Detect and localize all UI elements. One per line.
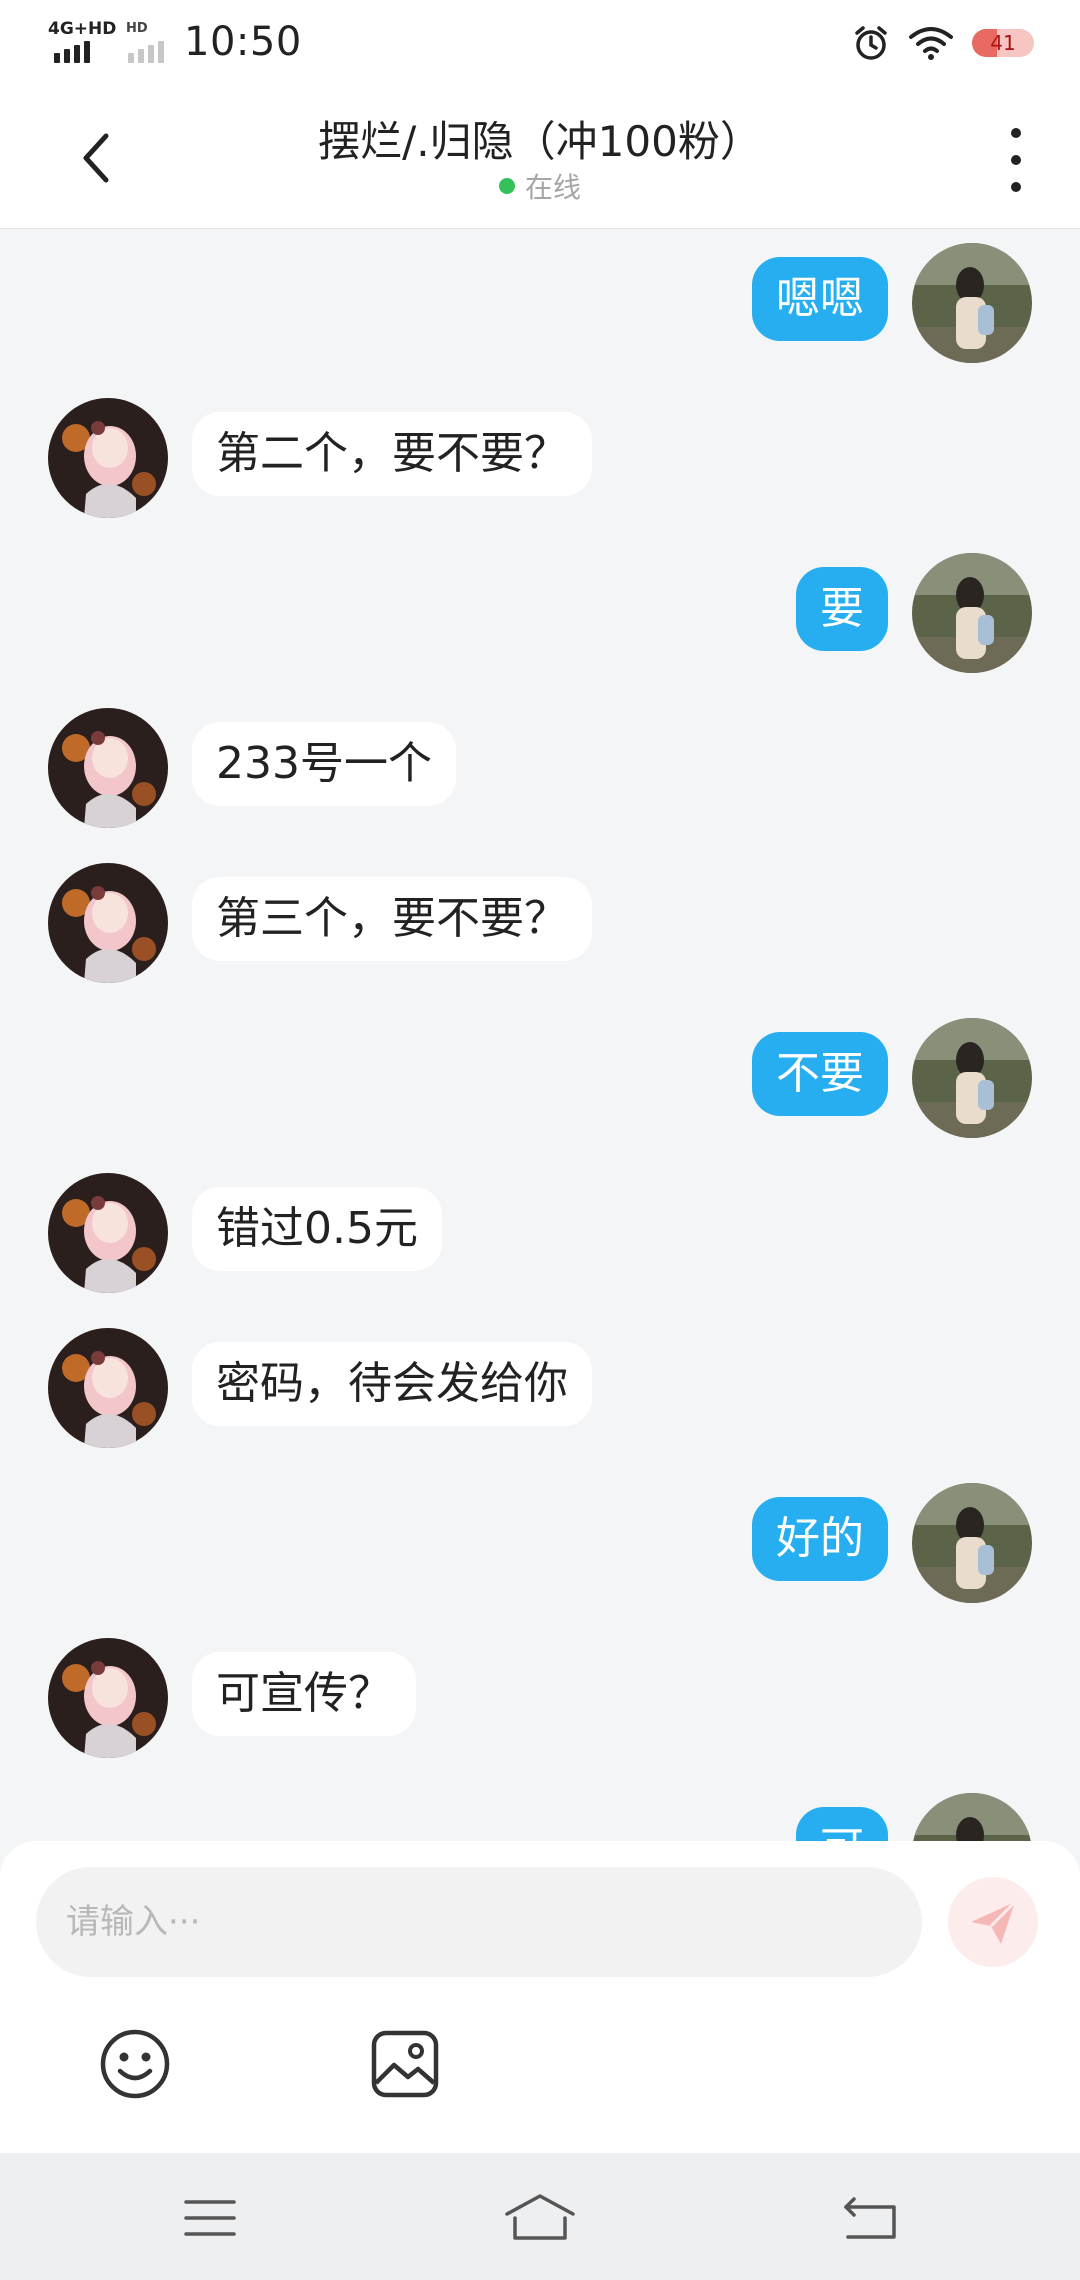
- message-row: 可宣传？: [0, 1638, 1080, 1768]
- home-icon: [505, 2194, 575, 2240]
- message-row: 密码，待会发给你: [0, 1328, 1080, 1458]
- message-bubble[interactable]: 可: [796, 1807, 888, 1841]
- message-row: 可: [0, 1793, 1080, 1841]
- alarm-icon: [855, 26, 887, 60]
- message-row: 233号一个: [0, 708, 1080, 838]
- status-bar: 4G+HD HD 10:50 41: [0, 0, 1080, 84]
- contact-avatar[interactable]: [48, 398, 168, 518]
- image-icon: [371, 2030, 439, 2098]
- battery-indicator: 41: [972, 29, 1034, 57]
- status-time: 10:50: [184, 19, 302, 65]
- back-icon: [844, 2197, 896, 2239]
- contact-avatar[interactable]: [48, 708, 168, 828]
- send-button[interactable]: [948, 1877, 1038, 1967]
- message-bubble[interactable]: 可宣传？: [192, 1652, 416, 1736]
- message-row: 不要: [0, 1018, 1080, 1148]
- message-bubble[interactable]: 嗯嗯: [752, 257, 888, 341]
- message-bubble[interactable]: 密码，待会发给你: [192, 1342, 592, 1426]
- message-row: 第二个，要不要？: [0, 398, 1080, 528]
- network-type-secondary-label: HD: [126, 21, 148, 36]
- nav-back-button[interactable]: [830, 2183, 910, 2253]
- cellular-signal-primary-icon: 4G+HD: [46, 17, 116, 67]
- message-bubble[interactable]: 不要: [752, 1032, 888, 1116]
- message-row: 好的: [0, 1483, 1080, 1613]
- emoji-button[interactable]: [98, 2027, 172, 2101]
- chat-header: 摆烂/.归隐（冲100粉） 在线: [0, 84, 1080, 229]
- chat-title: 摆烂/.归隐（冲100粉）: [318, 117, 762, 166]
- battery-level: 41: [990, 31, 1016, 55]
- contact-avatar[interactable]: [48, 863, 168, 983]
- contact-avatar[interactable]: [48, 1328, 168, 1448]
- message-row: 错过0.5元: [0, 1173, 1080, 1303]
- my-avatar[interactable]: [912, 1018, 1032, 1138]
- my-avatar[interactable]: [912, 1483, 1032, 1603]
- menu-icon: [184, 2200, 236, 2236]
- message-list[interactable]: 嗯嗯 第二个，要不要？ 要 233号一个 第三个，要不要？ 不要 错过0.5元 …: [0, 229, 1080, 1841]
- nav-menu-button[interactable]: [170, 2183, 250, 2253]
- message-bubble[interactable]: 要: [796, 567, 888, 651]
- message-bubble[interactable]: 错过0.5元: [192, 1187, 442, 1271]
- message-bubble[interactable]: 第三个，要不要？: [192, 877, 592, 961]
- more-options-button[interactable]: [996, 128, 1036, 192]
- online-status: 在线: [0, 166, 1080, 206]
- wifi-icon: [909, 27, 953, 60]
- online-status-text: 在线: [524, 171, 581, 204]
- message-bubble[interactable]: 好的: [752, 1497, 888, 1581]
- emoji-icon: [100, 2029, 170, 2099]
- send-icon: [971, 1900, 1017, 1944]
- message-input[interactable]: [36, 1867, 922, 1977]
- message-bubble[interactable]: 第二个，要不要？: [192, 412, 592, 496]
- my-avatar[interactable]: [912, 243, 1032, 363]
- nav-home-button[interactable]: [500, 2183, 580, 2253]
- contact-avatar[interactable]: [48, 1638, 168, 1758]
- contact-avatar[interactable]: [48, 1173, 168, 1293]
- message-row: 第三个，要不要？: [0, 863, 1080, 993]
- cellular-signal-secondary-icon: HD: [120, 17, 176, 67]
- message-row: 要: [0, 553, 1080, 683]
- more-vertical-icon: [1011, 128, 1021, 138]
- my-avatar[interactable]: [912, 553, 1032, 673]
- online-dot: [498, 178, 515, 194]
- message-bubble[interactable]: 233号一个: [192, 722, 456, 806]
- message-row: 嗯嗯: [0, 243, 1080, 373]
- system-nav-bar: [0, 2153, 1080, 2280]
- network-type-label: 4G+HD: [48, 19, 117, 39]
- my-avatar[interactable]: [912, 1793, 1032, 1841]
- composer-panel: [0, 1841, 1080, 2153]
- image-button[interactable]: [368, 2027, 442, 2101]
